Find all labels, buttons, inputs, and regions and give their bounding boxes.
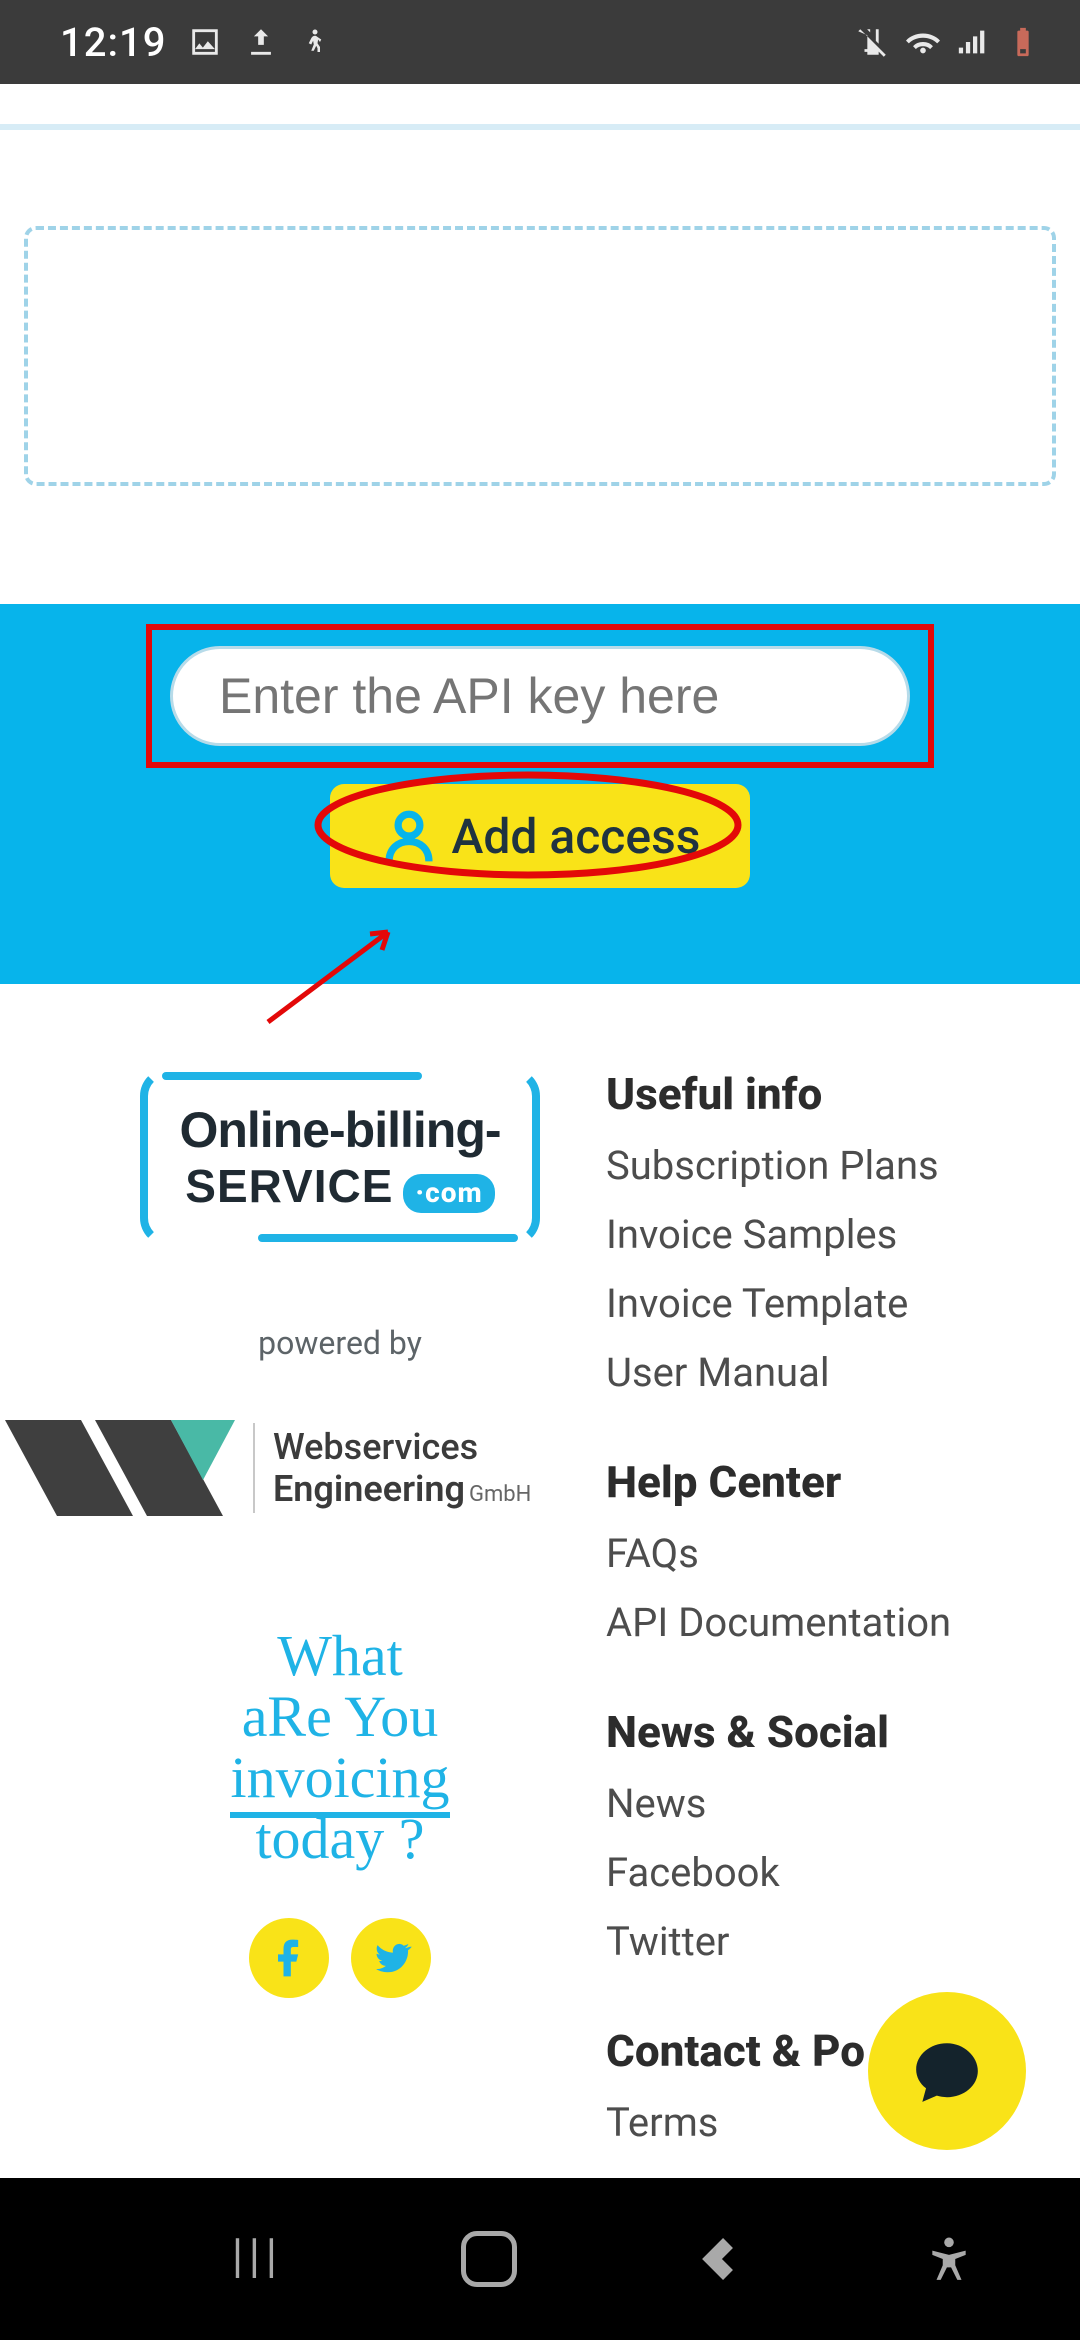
status-left: 12:19 bbox=[60, 19, 330, 66]
divider bbox=[253, 1423, 255, 1513]
wifi-icon bbox=[906, 25, 940, 59]
we-text: Webservices EngineeringGmbH bbox=[273, 1426, 531, 1510]
link-facebook[interactable]: Facebook bbox=[606, 1849, 1032, 1896]
footer-right: Useful info Subscription Plans Invoice S… bbox=[606, 1068, 1032, 2146]
footer-left: Online-billing- SERVICE ·com powered by … bbox=[110, 1068, 570, 2146]
link-invoice-template[interactable]: Invoice Template bbox=[606, 1280, 1032, 1327]
we-mark-icon bbox=[5, 1420, 235, 1516]
image-icon bbox=[188, 25, 222, 59]
useful-info-heading: Useful info bbox=[606, 1068, 1032, 1120]
api-access-panel: Add access bbox=[0, 604, 1080, 984]
help-center-heading: Help Center bbox=[606, 1456, 1032, 1508]
nav-recents-button[interactable]: III bbox=[230, 2226, 281, 2292]
running-icon bbox=[300, 27, 330, 57]
system-nav-bar: III bbox=[0, 2178, 1080, 2340]
link-api-docs[interactable]: API Documentation bbox=[606, 1599, 1032, 1646]
twitter-button[interactable] bbox=[351, 1918, 431, 1998]
social-links bbox=[249, 1918, 431, 1998]
user-icon bbox=[380, 807, 438, 865]
link-subscription-plans[interactable]: Subscription Plans bbox=[606, 1142, 1032, 1189]
facebook-button[interactable] bbox=[249, 1918, 329, 1998]
footer: Online-billing- SERVICE ·com powered by … bbox=[0, 984, 1080, 2146]
status-right bbox=[856, 25, 1040, 59]
battery-low-icon bbox=[1006, 25, 1040, 59]
divider bbox=[0, 124, 1080, 130]
powered-by-label: powered by bbox=[258, 1324, 422, 1362]
logo-text-1: Online-billing- bbox=[179, 1101, 500, 1159]
accessibility-icon bbox=[924, 2234, 974, 2284]
link-user-manual[interactable]: User Manual bbox=[606, 1349, 1032, 1396]
nav-home-button[interactable] bbox=[461, 2231, 517, 2287]
add-access-label: Add access bbox=[452, 808, 701, 865]
twitter-icon bbox=[369, 1936, 413, 1980]
chat-fab[interactable] bbox=[868, 1992, 1026, 2150]
link-twitter[interactable]: Twitter bbox=[606, 1918, 1032, 1965]
link-faqs[interactable]: FAQs bbox=[606, 1530, 1032, 1577]
status-bar: 12:19 bbox=[0, 0, 1080, 84]
link-news[interactable]: News bbox=[606, 1780, 1032, 1827]
brand-logo[interactable]: Online-billing- SERVICE ·com bbox=[140, 1068, 540, 1246]
webservices-logo[interactable]: Webservices EngineeringGmbH bbox=[5, 1420, 565, 1516]
chat-icon bbox=[910, 2034, 984, 2108]
link-invoice-samples[interactable]: Invoice Samples bbox=[606, 1211, 1032, 1258]
tagline: What aRe You invoicing today ? bbox=[230, 1626, 449, 1870]
status-time: 12:19 bbox=[60, 19, 166, 66]
page-content: Add access Online-billing- SERVICE ·com … bbox=[0, 124, 1080, 2146]
add-access-wrap: Add access bbox=[330, 784, 750, 888]
chevron-left-icon bbox=[696, 2235, 744, 2283]
add-access-button[interactable]: Add access bbox=[330, 784, 750, 888]
vibrate-icon bbox=[856, 25, 890, 59]
signal-icon bbox=[956, 25, 990, 59]
upload-icon bbox=[244, 25, 278, 59]
logo-text-2: SERVICE ·com bbox=[185, 1159, 494, 1213]
nav-back-button[interactable] bbox=[696, 2235, 744, 2283]
api-key-input[interactable] bbox=[170, 646, 910, 746]
facebook-icon bbox=[267, 1936, 311, 1980]
api-input-highlight bbox=[146, 624, 934, 768]
nav-accessibility-button[interactable] bbox=[924, 2234, 974, 2284]
dropzone[interactable] bbox=[24, 226, 1056, 486]
news-social-heading: News & Social bbox=[606, 1706, 1032, 1758]
